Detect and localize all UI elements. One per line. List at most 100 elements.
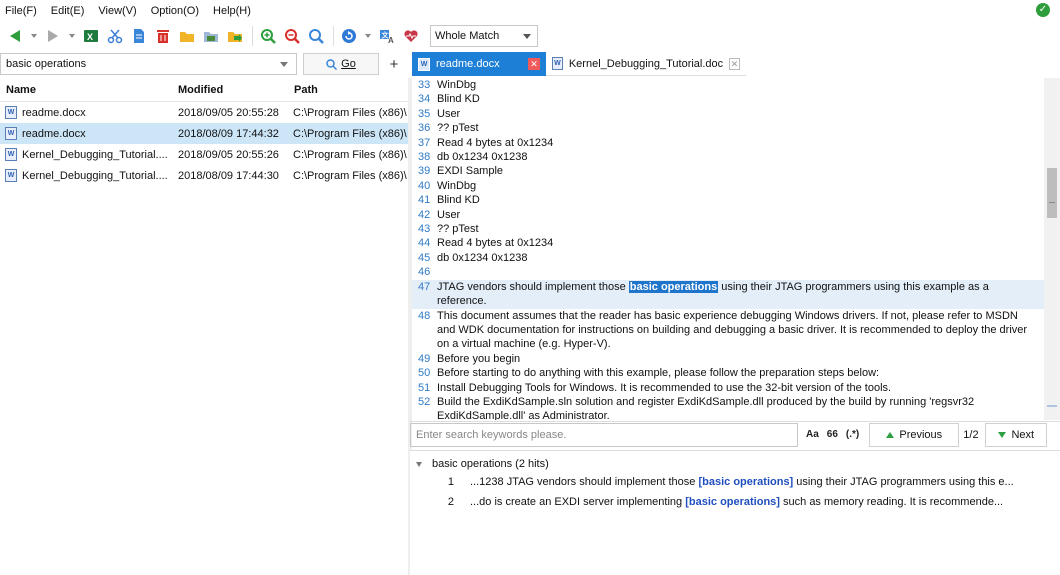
add-tab-button[interactable]: + xyxy=(385,53,403,75)
doc-line: 35 User xyxy=(412,107,1044,121)
line-text: User xyxy=(437,107,461,120)
tab-readme[interactable]: W readme.docx ✕ xyxy=(412,52,546,76)
result-text: ...do is create an EXDI server implement… xyxy=(470,496,686,508)
scrollbar-grip xyxy=(1049,202,1055,203)
left-search-row: basic operations Go + xyxy=(0,52,408,76)
line-number: 51 xyxy=(418,381,431,394)
export-icon[interactable] xyxy=(224,25,246,47)
document-view[interactable]: 33 WinDbg 34 Blind KD 35 User 36 ?? pTest 37… xyxy=(412,78,1044,420)
regex-toggle[interactable]: (.*) xyxy=(846,429,859,440)
next-button[interactable]: Next xyxy=(985,422,1048,447)
word-doc-icon: W xyxy=(5,106,17,119)
result-item[interactable]: 1 ...1238 JTAG vendors should implement … xyxy=(410,472,1060,492)
results-header: basic operations (2 hits) xyxy=(432,458,549,470)
result-number: 2 xyxy=(447,496,454,508)
menu-edit[interactable]: Edit(E) xyxy=(51,5,85,17)
status-ok-icon: ✓ xyxy=(1036,3,1050,17)
doc-line: 39 EXDI Sample xyxy=(412,164,1044,178)
word-doc-icon: W xyxy=(5,127,17,140)
menu-file[interactable]: File(F) xyxy=(5,5,37,17)
word-doc-icon: W xyxy=(5,148,17,161)
doc-line: 49 Before you begin xyxy=(412,352,1044,366)
match-mode-select[interactable]: Whole Match xyxy=(430,25,538,47)
arrow-up-icon xyxy=(886,431,895,438)
column-name[interactable]: Name xyxy=(0,84,178,96)
forward-dropdown-icon[interactable] xyxy=(66,25,78,47)
cut-icon[interactable] xyxy=(104,25,126,47)
arrow-down-icon xyxy=(998,431,1007,438)
file-path: C:\Program Files (x86)\ xyxy=(293,148,407,161)
doc-line: 45 db 0x1234 0x1238 xyxy=(412,251,1044,265)
zoom-reset-icon[interactable] xyxy=(305,25,327,47)
line-number: 34 xyxy=(418,93,431,106)
column-path[interactable]: Path xyxy=(292,84,408,96)
line-text xyxy=(437,265,1041,279)
line-text: WinDbg xyxy=(437,179,477,192)
line-text: Install Debugging Tools for Windows. It … xyxy=(437,381,892,394)
whole-word-toggle[interactable]: 66 xyxy=(827,429,838,440)
line-number: 37 xyxy=(418,136,431,149)
refresh-dropdown-icon[interactable] xyxy=(362,25,374,47)
result-text: using their JTAG programmers using this … xyxy=(793,476,1014,488)
table-row[interactable]: W Kernel_Debugging_Tutorial.... 2018/08/0… xyxy=(0,165,408,186)
delete-icon[interactable] xyxy=(152,25,174,47)
previous-button[interactable]: Previous xyxy=(869,422,960,447)
doc-line: 43 ?? pTest xyxy=(412,222,1044,236)
go-button[interactable]: Go xyxy=(303,53,379,75)
line-number: 45 xyxy=(418,251,431,264)
refresh-icon[interactable] xyxy=(338,25,360,47)
file-path: C:\Program Files (x86)\ xyxy=(293,106,407,119)
search-hit-highlight: basic operations xyxy=(628,280,719,293)
toolbar-separator xyxy=(252,26,253,46)
table-row[interactable]: Wreadme.docx 2018/08/09 17:44:32 C:\Prog… xyxy=(0,123,408,144)
word-doc-icon: W xyxy=(418,57,430,71)
close-icon[interactable]: ✕ xyxy=(528,58,540,70)
line-number: 35 xyxy=(418,107,431,120)
excel-icon[interactable]: X xyxy=(80,25,102,47)
translate-icon[interactable]: 文A xyxy=(376,25,398,47)
word-doc-icon: W xyxy=(552,57,563,70)
search-query-combo[interactable]: basic operations xyxy=(0,53,297,75)
match-mode-value: Whole Match xyxy=(435,30,500,42)
doc-line: 40 WinDbg xyxy=(412,179,1044,193)
svg-text:A: A xyxy=(388,36,394,44)
line-text: Before you begin xyxy=(437,352,521,365)
back-icon[interactable] xyxy=(4,25,26,47)
scrollbar-thumb[interactable] xyxy=(1047,168,1057,218)
folder-icon[interactable] xyxy=(176,25,198,47)
doc-line-current-hit: 47 JTAG vendors should implement those b… xyxy=(412,279,1044,309)
doc-line: 38 db 0x1234 0x1238 xyxy=(412,150,1044,164)
line-text: Build the ExdiKdSample.sln solution and … xyxy=(437,395,975,420)
menu-bar: File(F) Edit(E) View(V) Option(O) Help(H… xyxy=(0,0,1060,22)
previous-label: Previous xyxy=(899,428,943,441)
menu-view[interactable]: View(V) xyxy=(98,5,136,17)
line-text: EXDI Sample xyxy=(437,165,504,178)
match-case-toggle[interactable]: Aa xyxy=(806,429,819,440)
tab-kernel-debugging[interactable]: W Kernel_Debugging_Tutorial.doc ✕ xyxy=(546,52,746,76)
line-number: 38 xyxy=(418,151,431,164)
line-number: 41 xyxy=(418,194,431,207)
folder-open-icon[interactable] xyxy=(200,25,222,47)
zoom-in-icon[interactable] xyxy=(257,25,279,47)
column-modified[interactable]: Modified xyxy=(178,84,292,96)
back-dropdown-icon[interactable] xyxy=(28,25,40,47)
line-number: 40 xyxy=(418,179,431,192)
table-row[interactable]: Wreadme.docx 2018/09/05 20:55:28 C:\Prog… xyxy=(0,102,408,123)
forward-icon[interactable] xyxy=(42,25,64,47)
results-group[interactable]: basic operations (2 hits) xyxy=(410,456,1060,472)
result-item[interactable]: 2 ...do is create an EXDI server impleme… xyxy=(410,492,1060,512)
find-bar: Enter search keywords please. Aa 66 (.*)… xyxy=(410,421,1060,447)
line-text: db 0x1234 0x1238 xyxy=(437,151,528,164)
document-scrollbar[interactable] xyxy=(1044,78,1060,420)
collapse-triangle-icon[interactable] xyxy=(416,461,422,467)
keyword-search-input[interactable]: Enter search keywords please. xyxy=(410,422,798,447)
zoom-out-icon[interactable] xyxy=(281,25,303,47)
heart-icon[interactable] xyxy=(400,25,422,47)
menu-help[interactable]: Help(H) xyxy=(213,5,251,17)
close-icon[interactable]: ✕ xyxy=(729,57,740,70)
file-icon[interactable] xyxy=(128,25,150,47)
menu-option[interactable]: Option(O) xyxy=(151,5,199,17)
file-name: Kernel_Debugging_Tutorial.... xyxy=(22,148,168,161)
table-row[interactable]: W Kernel_Debugging_Tutorial.... 2018/09/0… xyxy=(0,144,408,165)
line-text: ?? pTest xyxy=(437,223,479,236)
